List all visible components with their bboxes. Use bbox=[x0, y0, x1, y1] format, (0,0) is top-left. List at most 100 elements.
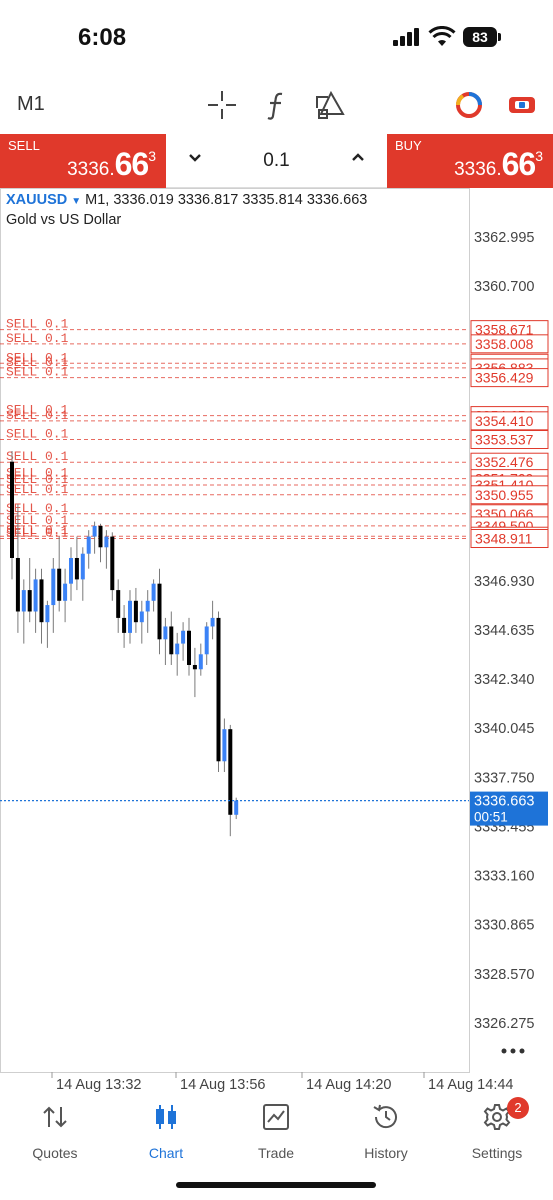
bull-candle[interactable] bbox=[210, 617, 215, 627]
status-bar: 6:08 83 bbox=[0, 0, 553, 78]
sell-order-label: SELL 0.1 bbox=[6, 408, 69, 423]
price-axis-label: 3337.750 bbox=[474, 770, 534, 786]
bull-candle[interactable] bbox=[234, 800, 239, 815]
bull-candle[interactable] bbox=[45, 605, 50, 623]
battery-indicator: 83 bbox=[463, 27, 497, 47]
symbol-info: XAUUSD ▼ M1, 3336.019 3336.817 3335.814 33… bbox=[6, 192, 367, 208]
bull-candle[interactable] bbox=[86, 536, 91, 554]
trade-icon bbox=[263, 1104, 289, 1130]
timeframe-button[interactable]: M1 bbox=[17, 93, 45, 116]
symbol-dropdown-icon[interactable]: ▼ bbox=[71, 196, 81, 207]
bull-candle[interactable] bbox=[151, 583, 156, 601]
nav-quotes[interactable]: Quotes bbox=[10, 1102, 100, 1161]
bull-candle[interactable] bbox=[128, 600, 132, 633]
price-chart[interactable]: 3362.995 3360.700 3346.930 3344.635 3342.340… bbox=[0, 188, 553, 1092]
bull-candle[interactable] bbox=[145, 600, 150, 612]
symbol-name[interactable]: XAUUSD bbox=[6, 192, 67, 208]
bear-candle[interactable] bbox=[74, 557, 79, 580]
function-icon[interactable] bbox=[260, 88, 294, 122]
bear-candle[interactable] bbox=[27, 590, 32, 612]
current-price-label: 3336.663 bbox=[474, 794, 534, 810]
bear-candle[interactable] bbox=[98, 525, 103, 548]
nav-quotes-label: Quotes bbox=[32, 1145, 78, 1161]
bull-candle[interactable] bbox=[204, 626, 209, 655]
bear-candle[interactable] bbox=[39, 579, 44, 623]
lot-size-control: 0.1 bbox=[166, 134, 387, 188]
more-icon[interactable] bbox=[500, 1046, 526, 1056]
bull-candle[interactable] bbox=[198, 654, 203, 670]
symbol-description: Gold vs US Dollar bbox=[6, 212, 122, 228]
nav-trade-label: Trade bbox=[257, 1145, 295, 1161]
home-indicator bbox=[176, 1182, 376, 1188]
time-axis-label: 14 Aug 13:32 bbox=[56, 1077, 141, 1092]
crosshair-icon[interactable] bbox=[205, 88, 239, 122]
bear-candle[interactable] bbox=[169, 626, 174, 655]
nav-history[interactable]: History bbox=[341, 1102, 431, 1161]
bull-candle[interactable] bbox=[104, 536, 109, 548]
time-axis-label: 14 Aug 14:20 bbox=[306, 1077, 391, 1092]
battery-tip bbox=[498, 33, 501, 41]
bear-candle[interactable] bbox=[122, 617, 127, 633]
ohlc-info: M1, 3336.019 3336.817 3335.814 3336.663 bbox=[85, 192, 368, 208]
time-axis-label: 14 Aug 13:56 bbox=[180, 1077, 265, 1092]
time-axis-label: 14 Aug 14:44 bbox=[428, 1077, 513, 1092]
nav-settings-label: Settings bbox=[471, 1145, 523, 1161]
buy-price: 3336.663 bbox=[454, 146, 543, 182]
sell-order-label: SELL 0.1 bbox=[6, 365, 69, 380]
buy-label: BUY bbox=[395, 138, 422, 153]
bear-candle[interactable] bbox=[116, 590, 121, 618]
price-axis-label: 3344.635 bbox=[474, 623, 534, 639]
bear-candle[interactable] bbox=[15, 557, 20, 612]
bull-candle[interactable] bbox=[51, 568, 56, 606]
sell-button[interactable]: SELL 3336.663 bbox=[0, 134, 166, 188]
bull-candle[interactable] bbox=[33, 579, 38, 612]
bear-candle[interactable] bbox=[133, 600, 138, 623]
bull-candle[interactable] bbox=[139, 611, 144, 623]
sell-order-label: SELL 0.1 bbox=[6, 449, 69, 464]
bear-candle[interactable] bbox=[57, 568, 62, 601]
bear-candle[interactable] bbox=[192, 664, 197, 670]
nav-chart[interactable]: Chart bbox=[121, 1102, 211, 1161]
increase-lot-button[interactable] bbox=[351, 146, 365, 176]
bear-candle[interactable] bbox=[187, 630, 191, 665]
objects-icon[interactable] bbox=[313, 88, 347, 122]
price-axis-label: 3326.275 bbox=[474, 1016, 534, 1032]
bull-candle[interactable] bbox=[222, 729, 227, 762]
bull-candle[interactable] bbox=[69, 557, 73, 584]
bull-candle[interactable] bbox=[163, 626, 168, 640]
bull-candle[interactable] bbox=[80, 553, 85, 580]
sell-order-label: SELL 0.1 bbox=[6, 427, 69, 442]
bull-candle[interactable] bbox=[63, 583, 68, 601]
toggle-icon[interactable] bbox=[505, 88, 539, 122]
price-axis-label: 3328.570 bbox=[474, 967, 534, 983]
bar-countdown-label: 00:51 bbox=[474, 810, 508, 825]
nav-trade[interactable]: Trade bbox=[231, 1102, 321, 1161]
mt-logo-icon[interactable] bbox=[452, 88, 486, 122]
bull-candle[interactable] bbox=[181, 630, 186, 644]
bear-candle[interactable] bbox=[157, 583, 162, 640]
price-axis-label: 3362.995 bbox=[474, 230, 534, 246]
bull-candle[interactable] bbox=[92, 525, 97, 537]
chart-toolbar: M1 bbox=[0, 78, 553, 133]
bear-candle[interactable] bbox=[228, 729, 233, 815]
bear-candle[interactable] bbox=[110, 536, 115, 591]
notification-badge: 2 bbox=[507, 1097, 529, 1119]
sell-order-label: SELL 0.1 bbox=[6, 482, 69, 497]
price-axis-label: 3330.865 bbox=[474, 918, 534, 934]
bear-candle[interactable] bbox=[10, 461, 14, 558]
history-icon bbox=[373, 1104, 397, 1129]
order-price-label: 3353.537 bbox=[475, 432, 534, 448]
bull-candle[interactable] bbox=[175, 643, 180, 655]
sell-price: 3336.663 bbox=[67, 146, 156, 182]
bear-candle[interactable] bbox=[216, 617, 221, 762]
price-axis-label: 3360.700 bbox=[474, 279, 534, 295]
nav-chart-label: Chart bbox=[148, 1145, 184, 1161]
buy-button[interactable]: BUY 3336.663 bbox=[387, 134, 553, 188]
order-price-label: 3356.429 bbox=[475, 370, 534, 386]
sell-label: SELL bbox=[8, 138, 40, 153]
wifi-icon bbox=[428, 26, 456, 46]
status-time: 6:08 bbox=[78, 24, 127, 51]
nav-history-label: History bbox=[364, 1145, 408, 1161]
bull-candle[interactable] bbox=[21, 590, 26, 612]
chevron-up-icon bbox=[352, 153, 364, 161]
